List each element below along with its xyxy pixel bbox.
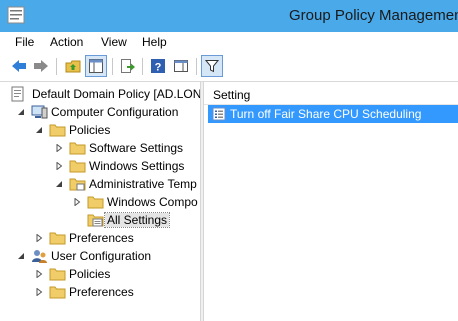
policy-document-icon — [11, 86, 24, 102]
group-policy-app-icon[interactable] — [7, 6, 25, 24]
console-tree: Default Domain Policy [AD.LON Computer C… — [0, 82, 200, 321]
menu-bar: File Action View Help — [0, 32, 458, 53]
tree-label: User Configuration — [51, 249, 152, 263]
collapsed-triangle-icon[interactable] — [35, 234, 43, 242]
back-arrow-icon — [12, 60, 26, 72]
folder-icon — [69, 160, 86, 173]
tree-label: Windows Settings — [89, 159, 185, 173]
tree-node-windows-components[interactable]: Windows Compo — [73, 193, 200, 211]
expanded-triangle-icon[interactable] — [17, 108, 25, 116]
svg-text:?: ? — [155, 62, 162, 74]
help-icon: ? — [151, 59, 165, 74]
tree-label: Default Domain Policy [AD.LON — [32, 87, 200, 101]
tree-node-software-settings[interactable]: Software Settings — [55, 139, 200, 157]
menu-file[interactable]: File — [15, 35, 34, 49]
toolbar-separator — [112, 58, 113, 75]
title-bar: Group Policy Managemen — [0, 0, 458, 32]
show-hide-console-tree-button[interactable] — [85, 55, 107, 77]
expanded-triangle-icon[interactable] — [17, 252, 25, 260]
export-icon — [121, 59, 135, 73]
folder-icon — [87, 196, 104, 209]
tree-node-policies[interactable]: Policies — [35, 121, 200, 139]
menu-action[interactable]: Action — [50, 35, 83, 49]
tree-label: Windows Compo — [107, 195, 198, 209]
settings-list: Setting Turn off Fair Share CPU Scheduli… — [204, 82, 458, 321]
admin-template-folder-icon — [69, 178, 86, 191]
collapsed-triangle-icon[interactable] — [73, 198, 81, 206]
collapsed-triangle-icon[interactable] — [35, 288, 43, 296]
up-one-level-button[interactable] — [62, 55, 84, 77]
computer-icon — [31, 105, 48, 119]
tree-node-user-configuration[interactable]: User Configuration — [17, 247, 200, 265]
tree-node-all-settings[interactable]: All Settings — [73, 211, 200, 229]
folder-icon — [49, 268, 66, 281]
tree-node-administrative-templates[interactable]: Administrative Temp — [55, 175, 200, 193]
folder-icon — [69, 142, 86, 155]
tree-label: Preferences — [69, 285, 134, 299]
folder-icon — [49, 286, 66, 299]
tree-node-user-policies[interactable]: Policies — [35, 265, 200, 283]
tree-node-root[interactable]: Default Domain Policy [AD.LON — [7, 85, 200, 103]
tree-label: Software Settings — [89, 141, 184, 155]
toolbar: ? — [0, 53, 458, 82]
menu-help[interactable]: Help — [142, 35, 167, 49]
list-item[interactable]: Turn off Fair Share CPU Scheduling — [208, 105, 458, 123]
folder-up-icon — [65, 60, 81, 73]
tree-node-preferences[interactable]: Preferences — [35, 229, 200, 247]
tree-label: Preferences — [69, 231, 134, 245]
window-title: Group Policy Managemen — [289, 7, 458, 24]
users-icon — [32, 250, 47, 263]
column-header-setting[interactable]: Setting — [204, 84, 458, 105]
tree-node-computer-configuration[interactable]: Computer Configuration — [17, 103, 200, 121]
tree-node-user-preferences[interactable]: Preferences — [35, 283, 200, 301]
policy-setting-icon — [212, 107, 226, 121]
collapsed-triangle-icon[interactable] — [55, 144, 63, 152]
filter-button[interactable] — [201, 55, 223, 77]
collapsed-triangle-icon[interactable] — [55, 162, 63, 170]
export-list-button[interactable] — [117, 55, 139, 77]
tree-label: Administrative Temp — [89, 177, 197, 191]
tree-label: Policies — [69, 123, 111, 137]
tree-label: All Settings — [103, 212, 171, 228]
folder-icon — [49, 124, 66, 137]
action-pane-icon — [174, 60, 188, 72]
toolbar-separator — [142, 58, 143, 75]
expanded-triangle-icon[interactable] — [35, 126, 43, 134]
column-header-label: Setting — [213, 88, 251, 102]
console-tree-icon — [89, 59, 103, 73]
toolbar-separator — [56, 58, 57, 75]
toolbar-separator — [196, 58, 197, 75]
collapsed-triangle-icon[interactable] — [35, 270, 43, 278]
filter-icon — [205, 60, 219, 73]
all-settings-folder-icon — [87, 214, 104, 227]
setting-name: Turn off Fair Share CPU Scheduling — [230, 107, 422, 121]
folder-icon — [49, 232, 66, 245]
forward-arrow-icon — [34, 60, 48, 72]
tree-label: Policies — [69, 267, 111, 281]
forward-button[interactable] — [30, 55, 52, 77]
help-button[interactable]: ? — [147, 55, 169, 77]
show-action-pane-button[interactable] — [170, 55, 192, 77]
menu-view[interactable]: View — [101, 35, 127, 49]
tree-node-windows-settings[interactable]: Windows Settings — [55, 157, 200, 175]
expanded-triangle-icon[interactable] — [55, 180, 63, 188]
back-button[interactable] — [8, 55, 30, 77]
tree-label: Computer Configuration — [51, 105, 179, 119]
